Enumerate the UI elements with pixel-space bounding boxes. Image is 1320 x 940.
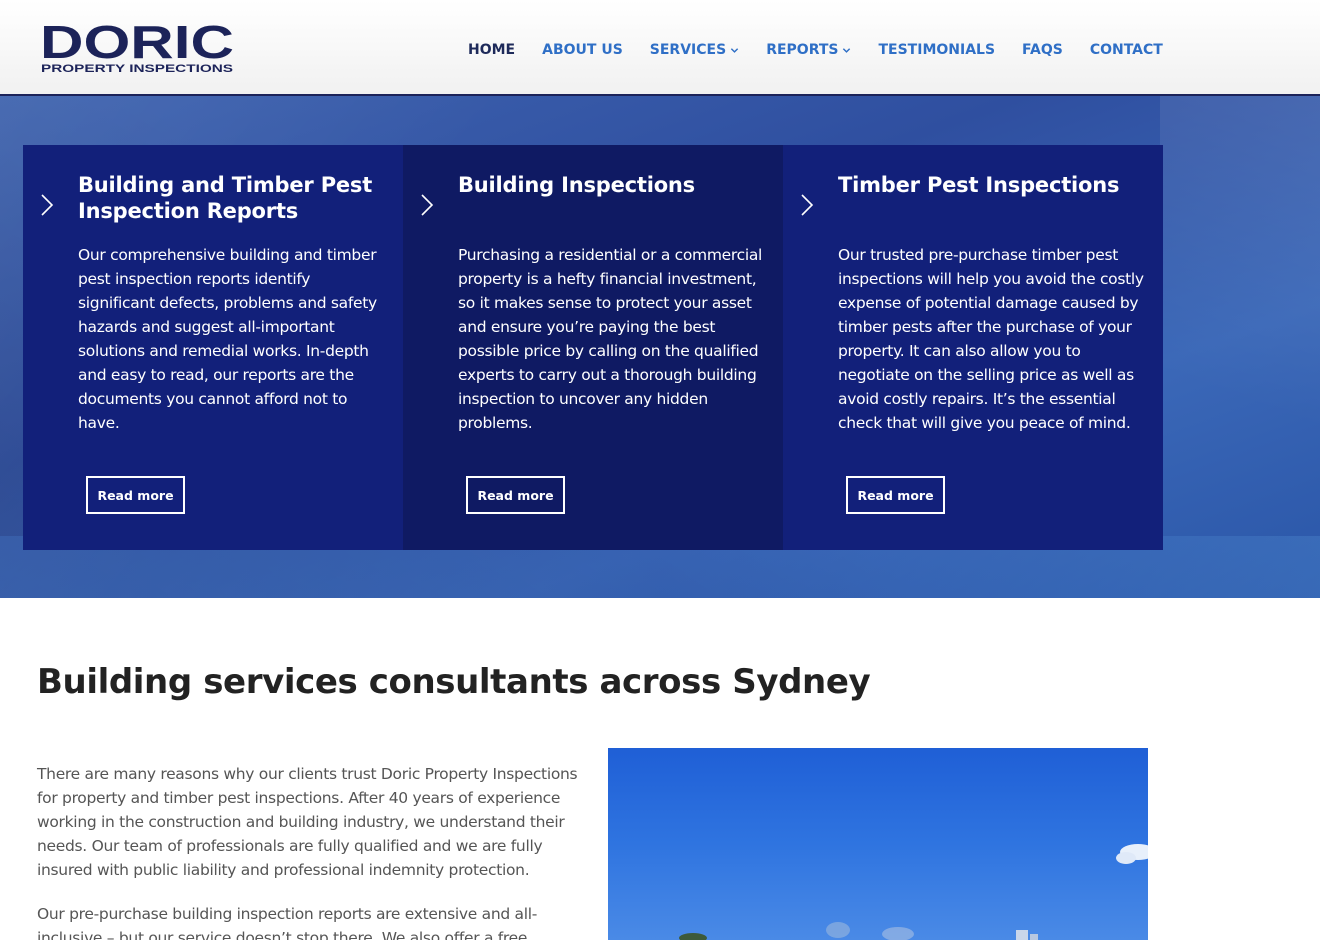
hero-section: Building and Timber Pest Inspection Repo…: [0, 96, 1320, 598]
nav-contact[interactable]: CONTACT: [1090, 42, 1163, 58]
service-card: Building Inspections Purchasing a reside…: [403, 145, 783, 550]
nav-services-label: SERVICES: [649, 42, 727, 58]
read-more-button[interactable]: Read more: [86, 476, 185, 514]
chevron-right-icon: [41, 194, 54, 216]
site-logo[interactable]: DORIC PROPERTY INSPECTIONS: [40, 16, 234, 75]
chevron-down-icon: [843, 47, 851, 53]
main-nav: HOME ABOUT US SERVICES REPORTS TESTIMONI…: [468, 38, 1190, 62]
read-more-button[interactable]: Read more: [466, 476, 565, 514]
nav-reports[interactable]: REPORTS: [766, 42, 851, 58]
service-card: Building and Timber Pest Inspection Repo…: [23, 145, 403, 550]
card-text: Our trusted pre-purchase timber pest ins…: [838, 246, 1144, 432]
nav-reports-label: REPORTS: [766, 42, 839, 58]
city-skyline-photo: [608, 748, 1148, 940]
service-card: Timber Pest Inspections Our trusted pre-…: [783, 145, 1163, 550]
site-header: DORIC PROPERTY INSPECTIONS HOME ABOUT US…: [0, 0, 1320, 96]
card-title: Building Inspections: [458, 173, 695, 197]
section-title: Building services consultants across Syd…: [37, 662, 871, 702]
nav-faqs-label: FAQS: [1022, 42, 1063, 58]
nav-testimonials[interactable]: TESTIMONIALS: [878, 42, 995, 58]
nav-faqs[interactable]: FAQS: [1022, 42, 1063, 58]
service-cards: Building and Timber Pest Inspection Repo…: [23, 145, 1163, 550]
nav-home[interactable]: HOME: [468, 42, 515, 58]
card-title: Timber Pest Inspections: [838, 173, 1120, 197]
hero-background-facet: [1160, 96, 1320, 598]
intro-paragraph: There are many reasons why our clients t…: [37, 765, 578, 879]
logo-main-text: DORIC: [40, 20, 234, 68]
chevron-right-icon: [801, 194, 814, 216]
nav-testimonials-label: TESTIMONIALS: [878, 42, 996, 58]
nav-services[interactable]: SERVICES: [650, 42, 739, 58]
card-text: Purchasing a residential or a commercial…: [458, 246, 763, 432]
chevron-right-icon: [421, 194, 434, 216]
nav-home-label: HOME: [468, 42, 516, 58]
logo-graphic: DORIC PROPERTY INSPECTIONS: [40, 16, 234, 75]
chevron-down-icon: [731, 47, 739, 53]
nav-about-us-label: ABOUT US: [542, 42, 623, 58]
card-text: Our comprehensive building and timber pe…: [78, 246, 377, 432]
nav-contact-label: CONTACT: [1089, 42, 1163, 58]
nav-about-us[interactable]: ABOUT US: [542, 42, 623, 58]
read-more-button[interactable]: Read more: [846, 476, 945, 514]
card-title: Building and Timber Pest Inspection Repo…: [78, 173, 373, 223]
second-paragraph: Our pre-purchase building inspection rep…: [37, 905, 538, 940]
photo-scene: [679, 844, 1148, 940]
logo-sub-text: PROPERTY INSPECTIONS: [41, 63, 233, 74]
